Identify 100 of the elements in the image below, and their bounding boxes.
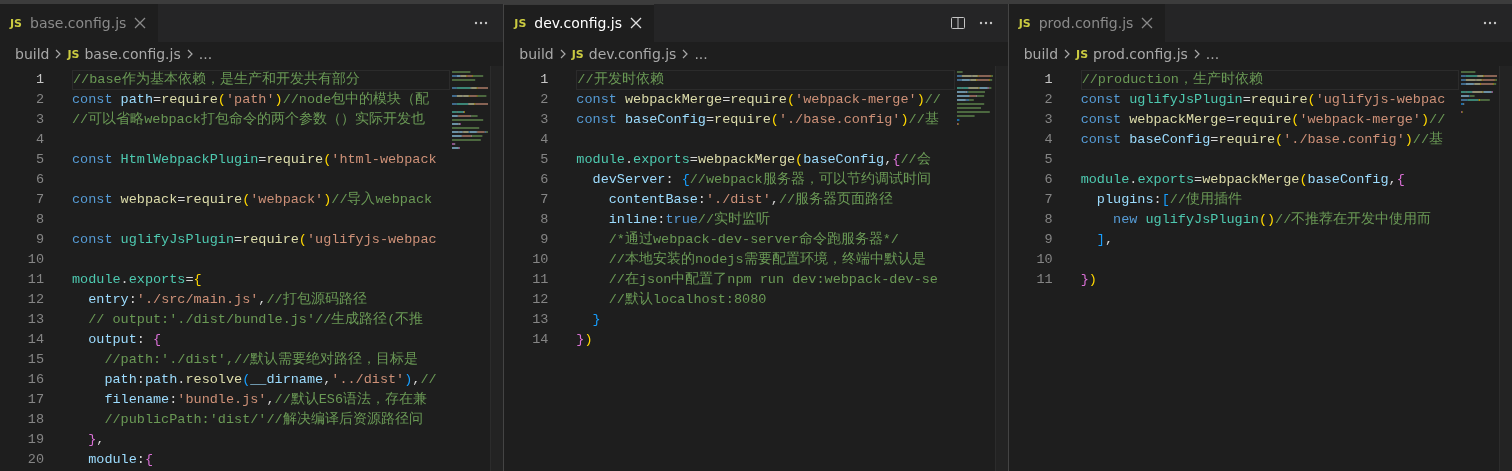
js-file-icon: JS bbox=[10, 16, 22, 30]
chevron-right-icon bbox=[1192, 49, 1201, 59]
code-line: //可以省略webpack打包命令的两个参数（）实际开发也 bbox=[72, 110, 426, 129]
line-number: 17 bbox=[26, 391, 44, 409]
line-number: 14 bbox=[26, 331, 44, 349]
line-number: 13 bbox=[531, 311, 549, 329]
line-number: 7 bbox=[539, 191, 549, 209]
editor-tab[interactable]: JS prod.config.js bbox=[1008, 4, 1166, 42]
scrollbar-track[interactable] bbox=[994, 66, 1008, 471]
breadcrumb-item[interactable]: build bbox=[519, 46, 554, 62]
line-number: 3 bbox=[1043, 111, 1053, 129]
code-line: const uglifyJsPlugin=require('uglifyjs-webpac bbox=[1080, 91, 1447, 109]
line-number: 10 bbox=[1035, 251, 1053, 269]
line-number: 18 bbox=[26, 411, 44, 429]
breadcrumb-item[interactable]: dev.config.js bbox=[588, 46, 677, 62]
line-number: 9 bbox=[539, 231, 549, 249]
breadcrumb-item[interactable]: ... bbox=[1205, 46, 1220, 62]
chevron-right-icon bbox=[185, 49, 194, 59]
code-line: //本地安装的nodejs需要配置环境，终端中默认是 bbox=[607, 250, 927, 269]
line-number: 3 bbox=[539, 111, 549, 129]
code-line: const webpack=require('webpack')//导入webpack bbox=[72, 190, 434, 209]
line-number: 7 bbox=[1043, 191, 1053, 209]
line-number: 10 bbox=[531, 251, 549, 269]
code-line: } bbox=[591, 311, 602, 329]
line-number: 2 bbox=[539, 91, 549, 109]
code-line: const webpackMerge=require('webpack-merge')// bbox=[576, 91, 942, 109]
code-line: //在json中配置了npm run dev:webpack-dev-se bbox=[607, 270, 939, 289]
line-number: 20 bbox=[26, 451, 44, 469]
code-line: path:path.resolve(__dirname,'../dist'),// bbox=[103, 371, 438, 389]
line-number: 14 bbox=[531, 331, 549, 349]
line-number: 15 bbox=[26, 351, 44, 369]
breadcrumb-item[interactable]: base.config.js bbox=[84, 46, 181, 62]
breadcrumb-item[interactable]: prod.config.js bbox=[1093, 46, 1188, 62]
line-number: 6 bbox=[539, 171, 549, 189]
line-number: 5 bbox=[1043, 151, 1053, 169]
line-number: 8 bbox=[1043, 211, 1053, 229]
line-number: 1 bbox=[34, 71, 44, 89]
line-number: 11 bbox=[26, 271, 44, 289]
line-number: 9 bbox=[34, 231, 44, 249]
js-file-icon: JS bbox=[514, 16, 527, 30]
line-number: 6 bbox=[34, 171, 44, 189]
code-line: //path:'./dist',//默认需要绝对路径，目标是 bbox=[103, 350, 420, 369]
line-number: 5 bbox=[34, 151, 44, 169]
line-number: 4 bbox=[34, 131, 44, 149]
split-editor-icon[interactable] bbox=[949, 15, 966, 31]
line-number: 9 bbox=[1043, 231, 1053, 249]
scrollbar-track[interactable] bbox=[490, 66, 504, 471]
line-number: 11 bbox=[1035, 271, 1053, 289]
code-line: new uglifyJsPlugin()//不推荐在开发中使用而 bbox=[1112, 210, 1433, 229]
code-line: }, bbox=[87, 431, 106, 449]
chevron-right-icon bbox=[1063, 49, 1072, 59]
code-line: plugins:[//使用插件 bbox=[1095, 191, 1243, 209]
js-file-icon: JS bbox=[571, 47, 584, 61]
code-line: const uglifyJsPlugin=require('uglifyjs-webpac bbox=[72, 231, 438, 249]
code-line: contentBase:'./dist',//服务器页面路径 bbox=[607, 190, 895, 209]
code-line: }) bbox=[576, 331, 594, 349]
code-line: module.exports=webpackMerge(baseConfig,{//会 bbox=[576, 151, 932, 169]
line-number: 4 bbox=[539, 131, 549, 149]
code-line: module.exports=webpackMerge(baseConfig,{ bbox=[1080, 171, 1406, 189]
line-number: 13 bbox=[26, 311, 44, 329]
js-file-icon: JS bbox=[67, 47, 80, 61]
code-line: const HtmlWebpackPlugin=require('html-webpack bbox=[72, 151, 438, 169]
line-number: 16 bbox=[26, 371, 44, 389]
breadcrumb-item[interactable]: build bbox=[1023, 46, 1059, 62]
code-line: filename:'bundle.js',//默认ES6语法，存在兼 bbox=[103, 390, 429, 409]
breadcrumb-item[interactable]: ... bbox=[198, 46, 213, 62]
code-line: module:{ bbox=[87, 451, 155, 469]
line-number: 2 bbox=[1043, 91, 1053, 109]
line-number: 8 bbox=[34, 211, 44, 229]
code-line: module.exports={ bbox=[72, 271, 203, 289]
js-file-icon: JS bbox=[1076, 47, 1089, 61]
line-number: 1 bbox=[539, 71, 549, 89]
code-line: const baseConfig=require('./base.config')//基 bbox=[576, 110, 940, 129]
breadcrumb-item[interactable]: ... bbox=[694, 46, 708, 62]
code-line: output: { bbox=[87, 331, 163, 349]
code-line: ], bbox=[1095, 231, 1115, 249]
line-number: 3 bbox=[34, 111, 44, 129]
line-number: 4 bbox=[1043, 131, 1053, 149]
chevron-right-icon bbox=[558, 49, 567, 59]
line-number: 12 bbox=[531, 291, 549, 309]
code-line: inline:true//实时监听 bbox=[607, 210, 772, 229]
line-number: 2 bbox=[34, 91, 44, 109]
line-number: 5 bbox=[539, 151, 549, 169]
breadcrumb-item[interactable]: build bbox=[15, 46, 50, 62]
chevron-right-icon bbox=[681, 49, 690, 59]
line-number: 12 bbox=[26, 291, 44, 309]
code-line: // output:'./dist/bundle.js'//生成路径(不推 bbox=[87, 310, 425, 329]
code-line: const webpackMerge=require('webpack-merge')// bbox=[1080, 111, 1447, 129]
chevron-right-icon bbox=[54, 49, 63, 59]
code-line: entry:'./src/main.js',//打包源码路径 bbox=[87, 290, 368, 309]
code-line: /*通过webpack-dev-server命令跑服务器*/ bbox=[607, 230, 900, 249]
editor-tab[interactable]: JS base.config.js bbox=[0, 4, 159, 42]
line-number: 6 bbox=[1043, 171, 1053, 189]
line-number: 1 bbox=[1043, 71, 1053, 89]
js-file-icon: JS bbox=[1018, 16, 1031, 30]
code-line: }) bbox=[1080, 271, 1098, 289]
line-number: 19 bbox=[26, 431, 44, 449]
editor-tab[interactable]: JS dev.config.js bbox=[504, 4, 654, 42]
code-line: devServer: {//webpack服务器，可以节约调试时间 bbox=[591, 170, 932, 189]
line-number: 11 bbox=[531, 271, 549, 289]
